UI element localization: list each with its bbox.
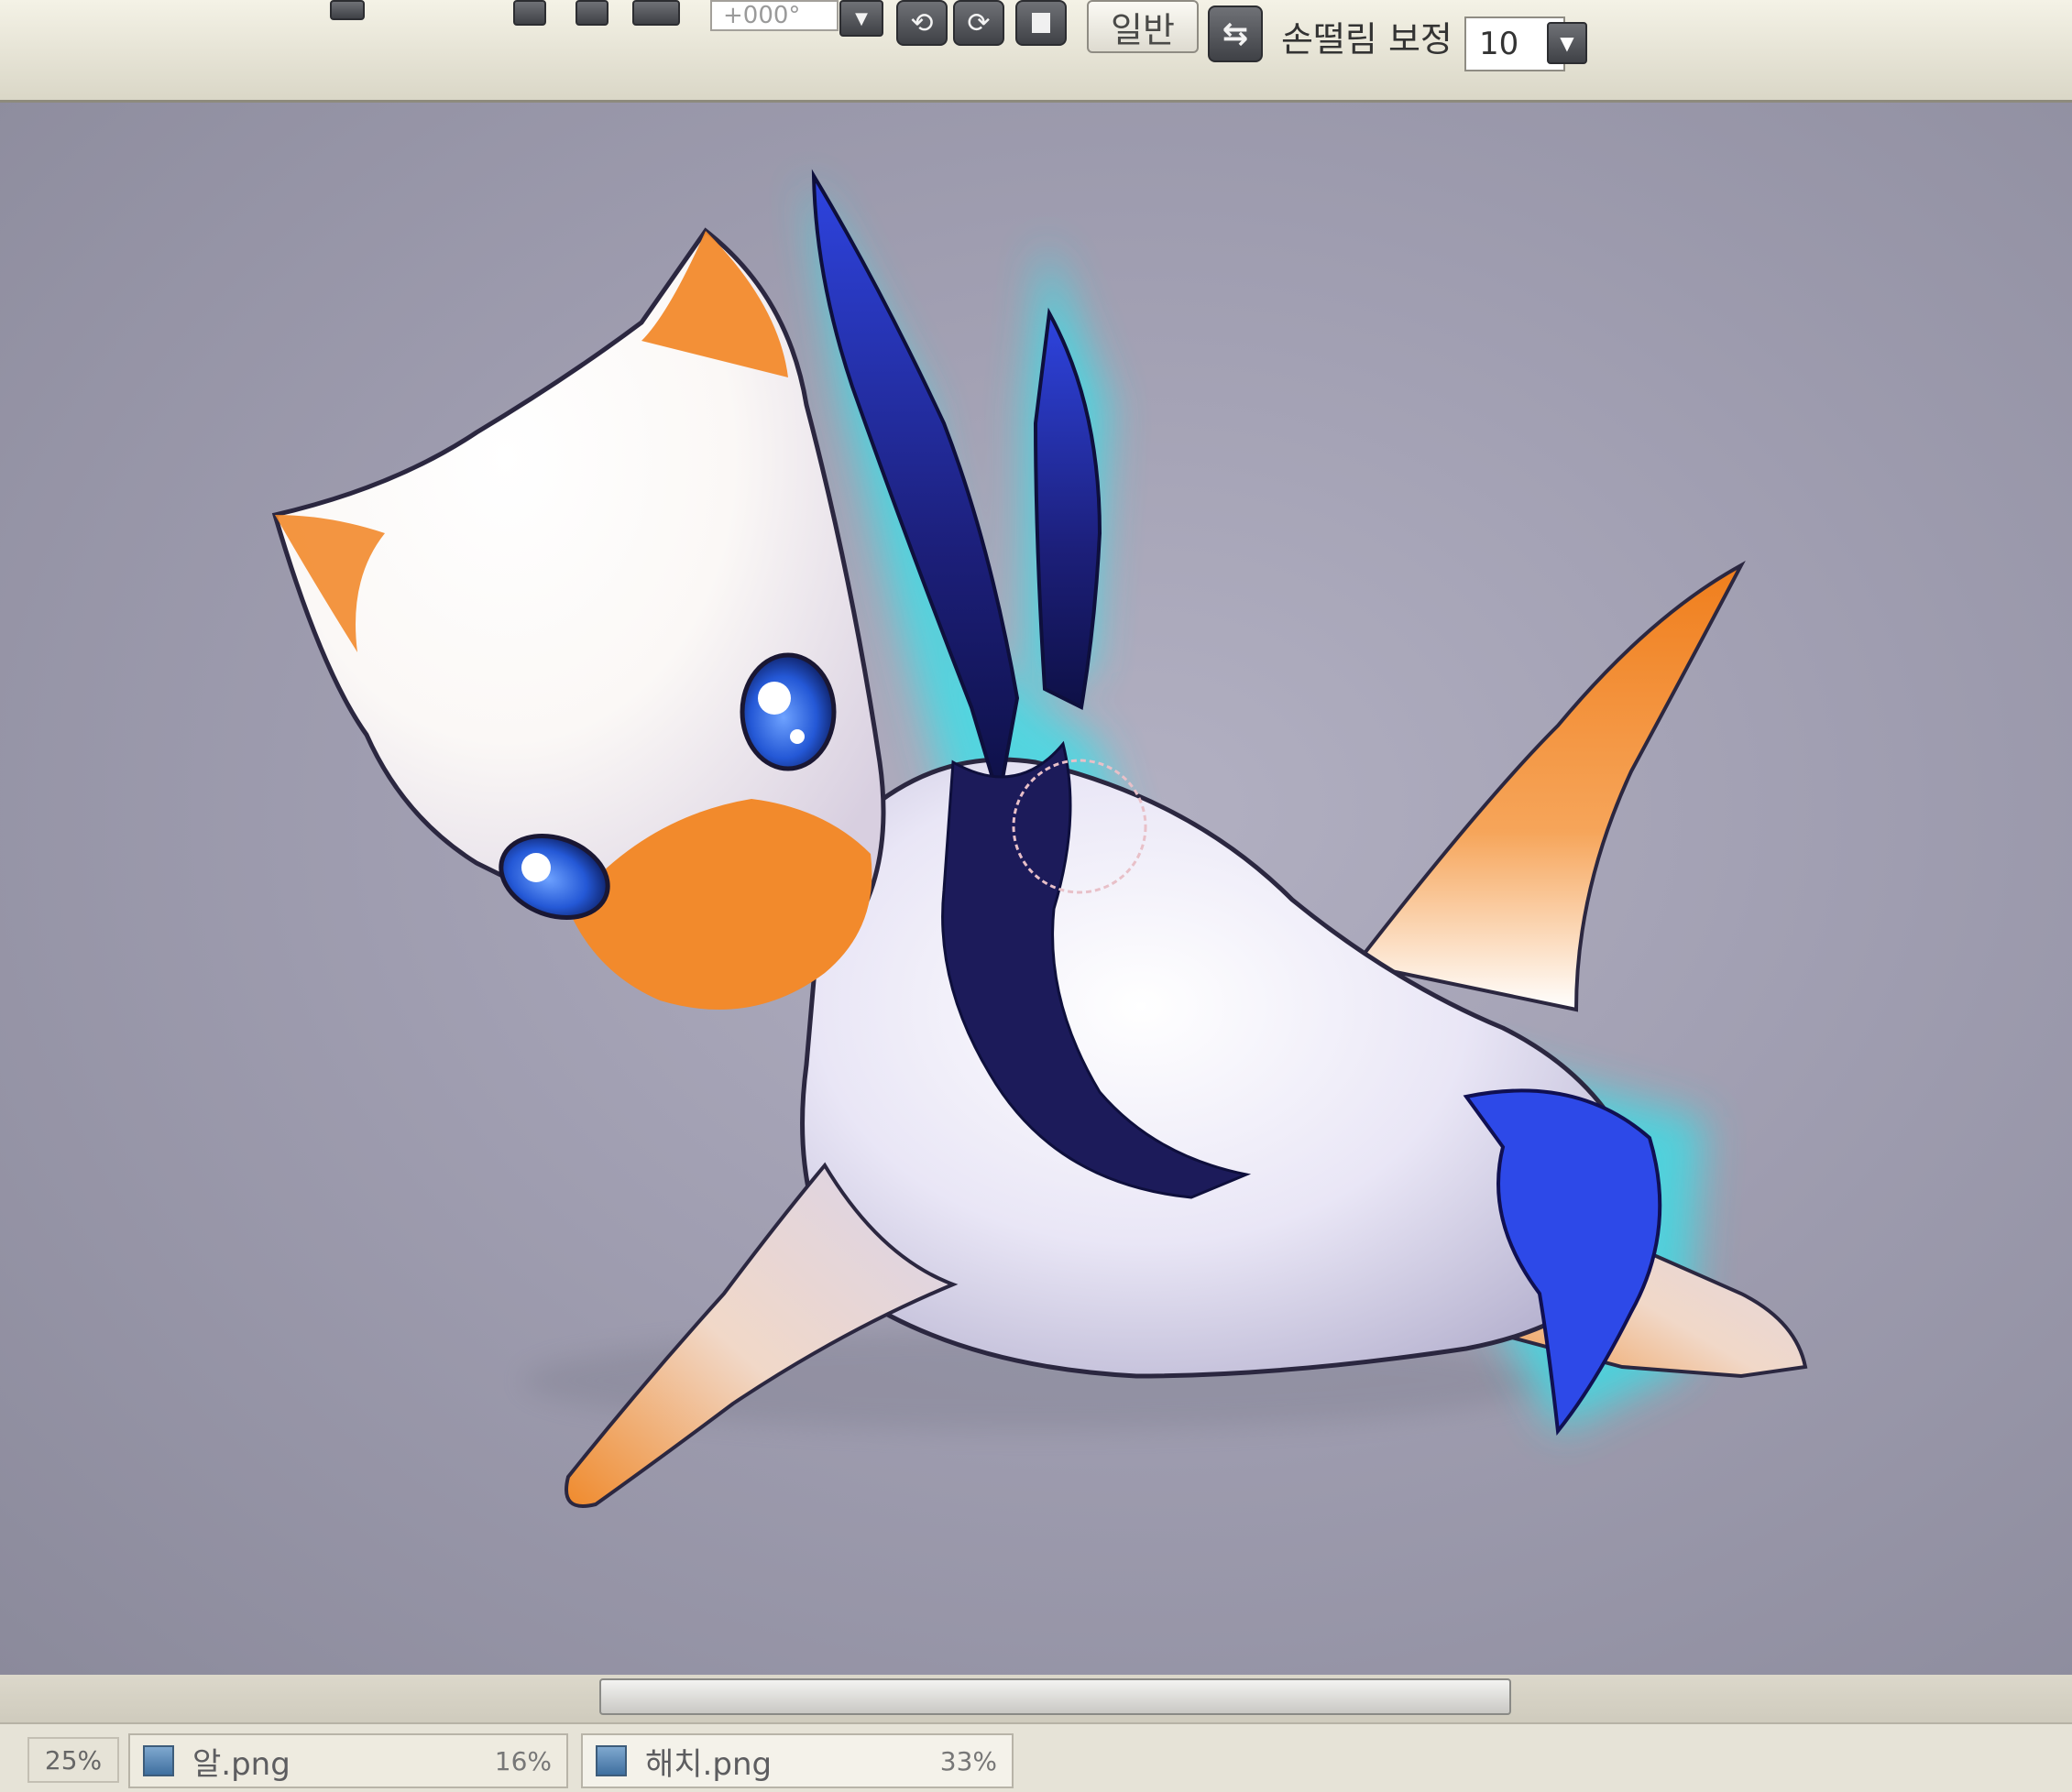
zoom-level: 25% bbox=[27, 1737, 119, 1783]
document-tab-1[interactable]: 알.png 16% bbox=[128, 1733, 568, 1788]
document-zoom: 33% bbox=[939, 1745, 997, 1776]
angle-input[interactable]: +000° bbox=[710, 0, 839, 31]
rotate-left-icon: ⟲ bbox=[910, 6, 934, 39]
document-zoom: 16% bbox=[494, 1745, 552, 1776]
rotate-right-icon: ⟳ bbox=[967, 6, 991, 39]
image-file-icon bbox=[596, 1745, 627, 1776]
image-file-icon bbox=[143, 1745, 174, 1776]
reset-rotation-button[interactable] bbox=[1015, 0, 1067, 46]
mode-button[interactable]: 일반 bbox=[1087, 0, 1199, 53]
chevron-down-icon: ▼ bbox=[1560, 32, 1574, 54]
document-tab-2[interactable]: 해치.png 33% bbox=[581, 1733, 1014, 1788]
swap-arrows-icon: ⇆ bbox=[1222, 16, 1249, 52]
toolbar: +000° ▼ ⟲ ⟳ 일반 ⇆ 손떨림 보정 10 ▼ bbox=[0, 0, 2072, 103]
stabilizer-label: 손떨림 보정 bbox=[1281, 19, 1453, 60]
stabilizer-dropdown-button[interactable]: ▼ bbox=[1547, 22, 1587, 64]
scrollbar-thumb[interactable] bbox=[599, 1678, 1511, 1715]
status-bar: 25% 알.png 16% 해치.png 33% bbox=[0, 1722, 2072, 1792]
flip-button[interactable]: ⇆ bbox=[1208, 5, 1263, 62]
tool-button-2[interactable] bbox=[513, 0, 546, 26]
drawing-canvas[interactable] bbox=[0, 103, 2072, 1675]
tool-button-4[interactable] bbox=[632, 0, 680, 26]
chevron-down-icon: ▼ bbox=[855, 8, 868, 28]
horizontal-scrollbar[interactable] bbox=[0, 1675, 2072, 1722]
document-name: 알.png bbox=[192, 1745, 291, 1783]
artwork bbox=[271, 169, 1808, 1508]
document-name: 해치.png bbox=[645, 1745, 773, 1783]
rotate-right-button[interactable]: ⟳ bbox=[953, 0, 1004, 46]
tool-button-1[interactable] bbox=[330, 0, 365, 20]
eye-right bbox=[740, 652, 837, 771]
angle-dropdown-button[interactable]: ▼ bbox=[839, 0, 883, 37]
tool-button-3[interactable] bbox=[576, 0, 608, 26]
rotate-left-button[interactable]: ⟲ bbox=[896, 0, 948, 46]
tail-fin bbox=[1353, 561, 1746, 1012]
square-icon bbox=[1032, 13, 1050, 33]
